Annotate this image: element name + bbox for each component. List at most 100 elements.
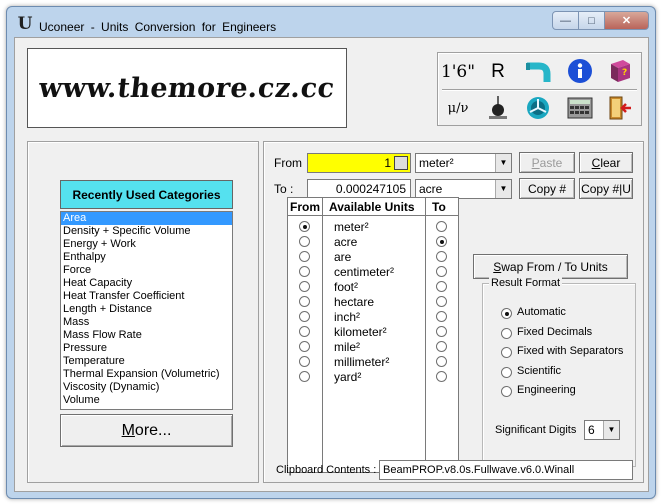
result-format-radio[interactable]	[501, 366, 512, 378]
from-unit-radio[interactable]	[299, 281, 310, 292]
feet-inches-icon[interactable]: 1'6"	[441, 58, 475, 86]
category-item[interactable]: Viscosity (Dynamic)	[61, 381, 232, 394]
unit-name[interactable]: millimeter²	[334, 355, 389, 369]
info-icon[interactable]	[566, 57, 594, 85]
to-unit-radio[interactable]	[436, 326, 447, 337]
to-value-output[interactable]: 0.000247105	[307, 179, 411, 199]
category-item[interactable]: Pressure	[61, 342, 232, 355]
chevron-down-icon[interactable]: ▼	[495, 154, 511, 172]
pipe-icon[interactable]	[524, 58, 552, 86]
to-unit-radio[interactable]	[436, 296, 447, 307]
unit-name[interactable]: meter²	[334, 220, 369, 234]
copy-number-button[interactable]: Copy #	[519, 178, 575, 199]
to-unit-select[interactable]: acre ▼	[415, 179, 512, 199]
from-unit-radio[interactable]	[299, 311, 310, 322]
r-value-icon[interactable]: R	[484, 58, 512, 86]
to-unit-radio[interactable]	[436, 371, 447, 382]
to-unit-radio[interactable]	[436, 341, 447, 352]
result-format-radio[interactable]	[501, 386, 512, 397]
to-unit-radio[interactable]	[436, 251, 447, 262]
result-format-radio[interactable]	[501, 308, 512, 319]
unit-name[interactable]: mile²	[334, 340, 360, 354]
units-table: From Available Units To meter² acre are cen…	[287, 197, 459, 473]
conversion-panel: From 1 meter² ▼ Paste Clear To : 0.00024…	[263, 141, 644, 483]
paste-button[interactable]: Paste	[519, 152, 575, 173]
help-book-icon[interactable]: ?	[606, 57, 634, 85]
from-unit-radio[interactable]	[299, 371, 310, 382]
to-unit-radio[interactable]	[436, 311, 447, 322]
unit-name[interactable]: acre	[334, 235, 357, 249]
to-unit-radio[interactable]	[436, 236, 447, 247]
category-item[interactable]: Mass	[61, 316, 232, 329]
to-unit-radio[interactable]	[436, 266, 447, 277]
result-format-radio[interactable]	[501, 327, 512, 339]
calculator-mini-icon[interactable]	[394, 156, 408, 170]
from-unit-radio[interactable]	[299, 326, 310, 337]
fan-icon[interactable]	[524, 94, 552, 122]
chevron-down-icon[interactable]: ▼	[495, 180, 511, 198]
category-item[interactable]: Density + Specific Volume	[61, 225, 232, 238]
app-logo-icon: U	[17, 14, 33, 34]
from-value-input[interactable]: 1	[307, 153, 411, 173]
from-unit-radio[interactable]	[299, 251, 310, 262]
unit-name[interactable]: foot²	[334, 280, 358, 294]
title-bar[interactable]: U Uconeer - Units Conversion for Enginee…	[7, 7, 655, 37]
category-item[interactable]: Heat Transfer Coefficient	[61, 290, 232, 303]
exit-icon[interactable]	[606, 94, 634, 122]
clear-button[interactable]: Clear	[579, 152, 633, 173]
to-unit-radio[interactable]	[436, 356, 447, 367]
category-item[interactable]: Temperature	[61, 355, 232, 368]
category-list[interactable]: Area Density + Specific Volume Energy + Wo…	[60, 211, 233, 410]
close-button[interactable]: ✕	[605, 11, 649, 30]
from-unit-radio[interactable]	[299, 356, 310, 367]
minimize-button[interactable]: —	[552, 11, 579, 30]
to-unit-radio[interactable]	[436, 281, 447, 292]
from-unit-radio[interactable]	[299, 341, 310, 352]
from-unit-radio[interactable]	[299, 236, 310, 247]
category-item[interactable]: Heat Capacity	[61, 277, 232, 290]
to-unit-radio[interactable]	[436, 221, 447, 232]
result-format-option[interactable]: Fixed with Separators	[501, 345, 623, 358]
col-from-header: From	[290, 200, 320, 214]
significant-digits-select[interactable]: 6 ▼	[584, 420, 620, 440]
calculator-icon[interactable]	[566, 94, 594, 122]
unit-name[interactable]: yard²	[334, 370, 361, 384]
more-button[interactable]: More...	[60, 414, 233, 447]
client-area: www.themore.cz.cc 1'6" R ? μ/ν Recently …	[14, 37, 649, 492]
result-format-option[interactable]: Fixed Decimals	[501, 326, 592, 339]
swap-units-button[interactable]: Swap From / To Units	[473, 254, 628, 279]
result-format-option[interactable]: Scientific	[501, 365, 561, 378]
viscosity-icon[interactable]: μ/ν	[444, 94, 472, 122]
unit-name[interactable]: hectare	[334, 295, 374, 309]
from-unit-radio[interactable]	[299, 296, 310, 307]
weight-icon[interactable]	[484, 94, 512, 122]
from-label: From	[274, 156, 302, 170]
category-item[interactable]: Mass Flow Rate	[61, 329, 232, 342]
caption-buttons: — □ ✕	[552, 11, 649, 30]
maximize-button[interactable]: □	[579, 11, 605, 30]
unit-name[interactable]: are	[334, 250, 351, 264]
result-format-option[interactable]: Engineering	[501, 384, 576, 397]
from-unit-select[interactable]: meter² ▼	[415, 153, 512, 173]
paste-button-label: Paste	[531, 155, 563, 170]
unit-name[interactable]: centimeter²	[334, 265, 394, 279]
result-format-option[interactable]: Automatic	[501, 306, 566, 319]
copy-number-unit-button[interactable]: Copy #|U	[579, 178, 633, 199]
clipboard-contents-field[interactable]: BeamPROP.v8.0s.Fullwave.v6.0.Winall	[379, 460, 633, 480]
to-value-text: 0.000247105	[335, 182, 406, 196]
category-item[interactable]: Enthalpy	[61, 251, 232, 264]
from-unit-radio[interactable]	[299, 221, 310, 232]
from-unit-radio[interactable]	[299, 266, 310, 277]
category-item[interactable]: Thermal Expansion (Volumetric)	[61, 368, 232, 381]
chevron-down-icon[interactable]: ▼	[603, 421, 619, 439]
category-item[interactable]: Force	[61, 264, 232, 277]
category-item[interactable]: Length + Distance	[61, 303, 232, 316]
unit-name[interactable]: inch²	[334, 310, 360, 324]
category-item[interactable]: Energy + Work	[61, 238, 232, 251]
category-item[interactable]: Area	[61, 212, 232, 225]
result-format-radio[interactable]	[501, 347, 512, 358]
unit-name[interactable]: kilometer²	[334, 325, 387, 339]
category-item[interactable]: Volume	[61, 394, 232, 407]
result-format-title: Result Format	[489, 277, 563, 289]
banner-text: www.themore.cz.cc	[37, 72, 337, 104]
